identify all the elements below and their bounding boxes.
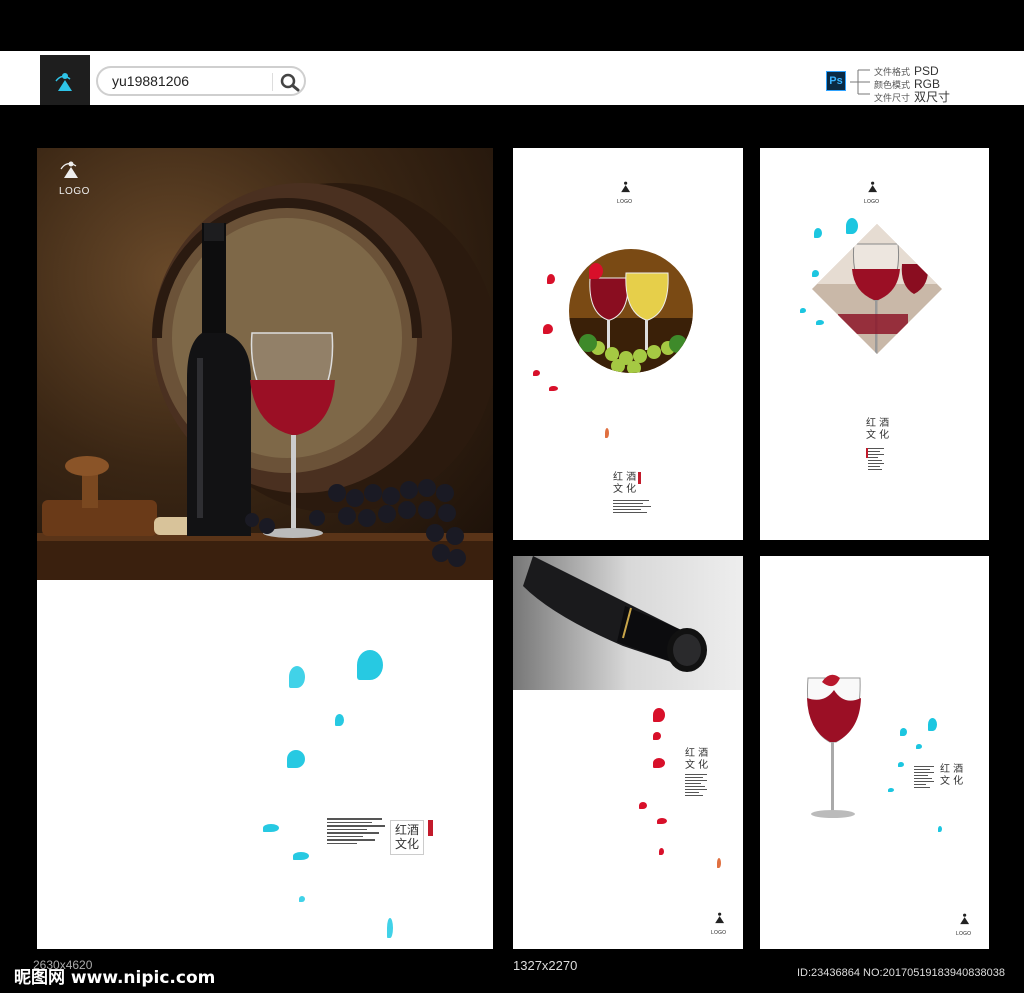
- red-accent-bar: [866, 448, 868, 458]
- petal: [659, 848, 664, 855]
- petal: [800, 308, 806, 313]
- image-id: ID:23436864 NO:20170519183940838038: [797, 967, 1005, 979]
- petal: [547, 274, 555, 284]
- search-icon[interactable]: [278, 71, 302, 93]
- photoshop-icon: Ps: [826, 71, 846, 91]
- petal: [263, 824, 279, 832]
- petal: [938, 826, 942, 832]
- site-logo[interactable]: [40, 55, 90, 105]
- search-box[interactable]: yu19881206: [96, 66, 306, 96]
- petal: [357, 650, 383, 680]
- search-input[interactable]: yu19881206: [112, 73, 189, 89]
- brand-logo: LOGO: [617, 180, 632, 205]
- petal: [816, 320, 824, 325]
- logo-text: LOGO: [59, 186, 90, 197]
- poster-large[interactable]: LOGO 红酒 文化: [37, 148, 493, 949]
- petal: [287, 750, 305, 768]
- petal: [717, 858, 721, 868]
- petal: [814, 228, 822, 238]
- petal: [639, 802, 647, 809]
- red-accent-bar: [428, 820, 433, 836]
- vertical-body-text: [914, 766, 936, 790]
- petal: [589, 263, 603, 279]
- petal: [605, 428, 609, 438]
- petal: [900, 728, 907, 736]
- petal: [888, 788, 894, 792]
- dimension-label-small: 1327x2270: [513, 958, 578, 973]
- header-bar: yu19881206 Ps 文件格式 PSD 颜色模式 RGB 文件尺寸 双尺寸: [0, 51, 1024, 105]
- poster-round-glasses[interactable]: LOGO 红 酒 文 化: [513, 148, 743, 540]
- brand-logo: LOGO: [711, 911, 726, 936]
- wine-glasses-diamond-image: [812, 224, 942, 354]
- petal: [543, 324, 553, 334]
- brand-logo: LOGO: [864, 180, 879, 205]
- poster-title: 红 酒 文 化: [685, 748, 709, 771]
- petal: [653, 732, 661, 740]
- archer-logo-icon: [620, 181, 630, 193]
- red-accent-bar: [638, 472, 641, 484]
- poster-bottle-neck[interactable]: 红 酒 文 化 LOGO: [513, 556, 743, 949]
- archer-logo-icon: [60, 161, 78, 178]
- spec-bracket: [850, 69, 870, 95]
- poster-title: 红 酒 文 化: [613, 472, 637, 495]
- poster-splash-glass[interactable]: 红 酒 文 化 LOGO: [760, 556, 989, 949]
- petal: [846, 218, 858, 234]
- petal: [299, 896, 305, 902]
- petal: [335, 714, 344, 726]
- petal: [916, 744, 922, 749]
- wine-glasses-circle-image: [569, 249, 693, 373]
- brand-logo: LOGO: [956, 912, 971, 937]
- spec-size: 文件尺寸 双尺寸: [874, 90, 951, 104]
- poster-title: 红酒 文化: [390, 820, 425, 855]
- petal: [653, 708, 665, 722]
- petal: [928, 718, 937, 731]
- petal: [549, 386, 558, 391]
- petal: [657, 818, 667, 824]
- poster-title: 红 酒 文 化: [940, 764, 964, 787]
- wine-barrel-photo: LOGO: [37, 148, 493, 580]
- page: yu19881206 Ps 文件格式PSD 颜色模式RGB 文件尺寸双尺寸: [0, 0, 1024, 993]
- archer-logo-icon: [867, 181, 877, 193]
- vertical-body-text: [685, 774, 709, 798]
- petal: [533, 370, 540, 376]
- vertical-body-text: [868, 448, 886, 472]
- brand-logo: LOGO: [59, 160, 90, 197]
- archer-logo-icon: [959, 913, 969, 925]
- barrel-scene: [37, 183, 493, 580]
- petal: [653, 758, 665, 768]
- petal: [387, 918, 393, 938]
- petal: [289, 666, 305, 688]
- archer-logo-icon: [55, 73, 72, 91]
- bottle-neck-photo: [513, 556, 743, 690]
- vertical-body-text: [327, 818, 387, 846]
- site-watermark: 昵图网 www.nipic.com: [14, 968, 216, 988]
- poster-title: 红 酒 文 化: [866, 418, 890, 441]
- petal: [812, 270, 819, 277]
- body-text: [613, 500, 653, 515]
- wine-splash-glass-image: [806, 674, 861, 818]
- search-divider: [272, 73, 273, 91]
- petal: [293, 852, 309, 860]
- poster-diamond-glasses[interactable]: LOGO 红 酒 文 化: [760, 148, 989, 540]
- archer-logo-icon: [714, 912, 724, 924]
- petal: [898, 762, 904, 767]
